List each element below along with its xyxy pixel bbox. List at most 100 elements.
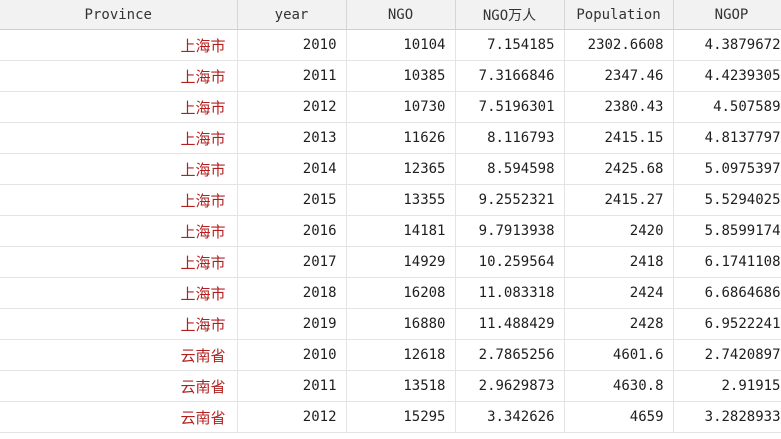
table-row[interactable]: 云南省 2012 15295 3.342626 4659 3.2828933 — [0, 401, 781, 433]
year-cell[interactable]: 2019 — [237, 308, 347, 340]
population-cell[interactable]: 2380.43 — [564, 91, 674, 123]
ngop-cell[interactable]: 6.9522241 — [673, 308, 781, 340]
ngo-cell[interactable]: 14929 — [346, 246, 456, 278]
table-row[interactable]: 云南省 2011 13518 2.9629873 4630.8 2.91915 — [0, 370, 781, 402]
province-cell[interactable]: 上海市 — [0, 153, 238, 185]
table-row[interactable]: 上海市 2015 13355 9.2552321 2415.27 5.5294025 — [0, 184, 781, 216]
population-cell[interactable]: 4659 — [564, 401, 674, 433]
ngop-cell[interactable]: 5.8599174 — [673, 215, 781, 247]
ngo-cell[interactable]: 16208 — [346, 277, 456, 309]
population-cell[interactable]: 2425.68 — [564, 153, 674, 185]
ngop-cell[interactable]: 4.3879672 — [673, 29, 781, 61]
year-cell[interactable]: 2011 — [237, 370, 347, 402]
ngop-cell[interactable]: 3.2828933 — [673, 401, 781, 433]
ngo-per-10k-cell[interactable]: 7.3166846 — [455, 60, 565, 92]
ngo-per-10k-cell[interactable]: 8.594598 — [455, 153, 565, 185]
ngo-cell[interactable]: 13518 — [346, 370, 456, 402]
ngo-per-10k-cell[interactable]: 2.7865256 — [455, 339, 565, 371]
column-header-year[interactable]: year — [237, 0, 347, 30]
table-row[interactable]: 上海市 2013 11626 8.116793 2415.15 4.8137797 — [0, 122, 781, 154]
ngop-cell[interactable]: 4.8137797 — [673, 122, 781, 154]
ngo-cell[interactable]: 15295 — [346, 401, 456, 433]
table-row[interactable]: 上海市 2019 16880 11.488429 2428 6.9522241 — [0, 308, 781, 340]
ngo-per-10k-cell[interactable]: 7.5196301 — [455, 91, 565, 123]
table-row[interactable]: 上海市 2012 10730 7.5196301 2380.43 4.507589 — [0, 91, 781, 123]
ngo-cell[interactable]: 14181 — [346, 215, 456, 247]
table-row[interactable]: 上海市 2018 16208 11.083318 2424 6.6864686 — [0, 277, 781, 309]
table-body: 上海市 2010 10104 7.154185 2302.6608 4.3879672 上海… — [0, 29, 781, 433]
ngo-cell[interactable]: 12618 — [346, 339, 456, 371]
ngop-cell[interactable]: 2.91915 — [673, 370, 781, 402]
year-cell[interactable]: 2013 — [237, 122, 347, 154]
year-cell[interactable]: 2012 — [237, 91, 347, 123]
ngo-per-10k-cell[interactable]: 9.2552321 — [455, 184, 565, 216]
year-cell[interactable]: 2015 — [237, 184, 347, 216]
table-row[interactable]: 上海市 2016 14181 9.7913938 2420 5.8599174 — [0, 215, 781, 247]
year-cell[interactable]: 2012 — [237, 401, 347, 433]
province-cell[interactable]: 上海市 — [0, 215, 238, 247]
ngop-cell[interactable]: 5.0975397 — [673, 153, 781, 185]
ngo-cell[interactable]: 12365 — [346, 153, 456, 185]
ngo-per-10k-cell[interactable]: 7.154185 — [455, 29, 565, 61]
ngo-per-10k-cell[interactable]: 3.342626 — [455, 401, 565, 433]
ngo-per-10k-cell[interactable]: 9.7913938 — [455, 215, 565, 247]
province-cell[interactable]: 上海市 — [0, 91, 238, 123]
year-cell[interactable]: 2017 — [237, 246, 347, 278]
province-cell[interactable]: 上海市 — [0, 60, 238, 92]
ngop-cell[interactable]: 2.7420897 — [673, 339, 781, 371]
year-cell[interactable]: 2010 — [237, 339, 347, 371]
province-cell[interactable]: 云南省 — [0, 401, 238, 433]
ngop-cell[interactable]: 6.1741108 — [673, 246, 781, 278]
table-header: Province year NGO NGO万人 Population NGOP — [0, 0, 781, 30]
province-cell[interactable]: 云南省 — [0, 339, 238, 371]
province-cell[interactable]: 上海市 — [0, 308, 238, 340]
year-cell[interactable]: 2018 — [237, 277, 347, 309]
ngo-per-10k-cell[interactable]: 8.116793 — [455, 122, 565, 154]
year-cell[interactable]: 2014 — [237, 153, 347, 185]
population-cell[interactable]: 4630.8 — [564, 370, 674, 402]
ngo-per-10k-cell[interactable]: 11.488429 — [455, 308, 565, 340]
population-cell[interactable]: 2302.6608 — [564, 29, 674, 61]
data-editor-grid[interactable]: Province year NGO NGO万人 Population NGOP … — [0, 0, 781, 439]
population-cell[interactable]: 2418 — [564, 246, 674, 278]
population-cell[interactable]: 2347.46 — [564, 60, 674, 92]
ngop-cell[interactable]: 4.507589 — [673, 91, 781, 123]
population-cell[interactable]: 2420 — [564, 215, 674, 247]
province-cell[interactable]: 上海市 — [0, 122, 238, 154]
column-header-province[interactable]: Province — [0, 0, 238, 30]
population-cell[interactable]: 2428 — [564, 308, 674, 340]
ngo-per-10k-cell[interactable]: 10.259564 — [455, 246, 565, 278]
ngo-per-10k-cell[interactable]: 2.9629873 — [455, 370, 565, 402]
column-header-ngo[interactable]: NGO — [346, 0, 456, 30]
table-row[interactable]: 上海市 2014 12365 8.594598 2425.68 5.0975397 — [0, 153, 781, 185]
year-cell[interactable]: 2011 — [237, 60, 347, 92]
province-cell[interactable]: 上海市 — [0, 184, 238, 216]
province-cell[interactable]: 上海市 — [0, 277, 238, 309]
province-cell[interactable]: 云南省 — [0, 370, 238, 402]
year-cell[interactable]: 2010 — [237, 29, 347, 61]
ngop-cell[interactable]: 6.6864686 — [673, 277, 781, 309]
ngo-cell[interactable]: 13355 — [346, 184, 456, 216]
table-row[interactable]: 上海市 2010 10104 7.154185 2302.6608 4.3879672 — [0, 29, 781, 61]
province-cell[interactable]: 上海市 — [0, 246, 238, 278]
ngop-cell[interactable]: 4.4239305 — [673, 60, 781, 92]
column-header-ngop[interactable]: NGOP — [673, 0, 781, 30]
column-header-population[interactable]: Population — [564, 0, 674, 30]
province-cell[interactable]: 上海市 — [0, 29, 238, 61]
ngo-cell[interactable]: 11626 — [346, 122, 456, 154]
column-header-ngo-per-10k[interactable]: NGO万人 — [455, 0, 565, 30]
ngop-cell[interactable]: 5.5294025 — [673, 184, 781, 216]
ngo-cell[interactable]: 10730 — [346, 91, 456, 123]
ngo-cell[interactable]: 16880 — [346, 308, 456, 340]
population-cell[interactable]: 2415.15 — [564, 122, 674, 154]
ngo-cell[interactable]: 10104 — [346, 29, 456, 61]
ngo-per-10k-cell[interactable]: 11.083318 — [455, 277, 565, 309]
table-row[interactable]: 上海市 2017 14929 10.259564 2418 6.1741108 — [0, 246, 781, 278]
population-cell[interactable]: 2424 — [564, 277, 674, 309]
year-cell[interactable]: 2016 — [237, 215, 347, 247]
population-cell[interactable]: 4601.6 — [564, 339, 674, 371]
table-row[interactable]: 云南省 2010 12618 2.7865256 4601.6 2.7420897 — [0, 339, 781, 371]
ngo-cell[interactable]: 10385 — [346, 60, 456, 92]
table-row[interactable]: 上海市 2011 10385 7.3166846 2347.46 4.4239305 — [0, 60, 781, 92]
population-cell[interactable]: 2415.27 — [564, 184, 674, 216]
